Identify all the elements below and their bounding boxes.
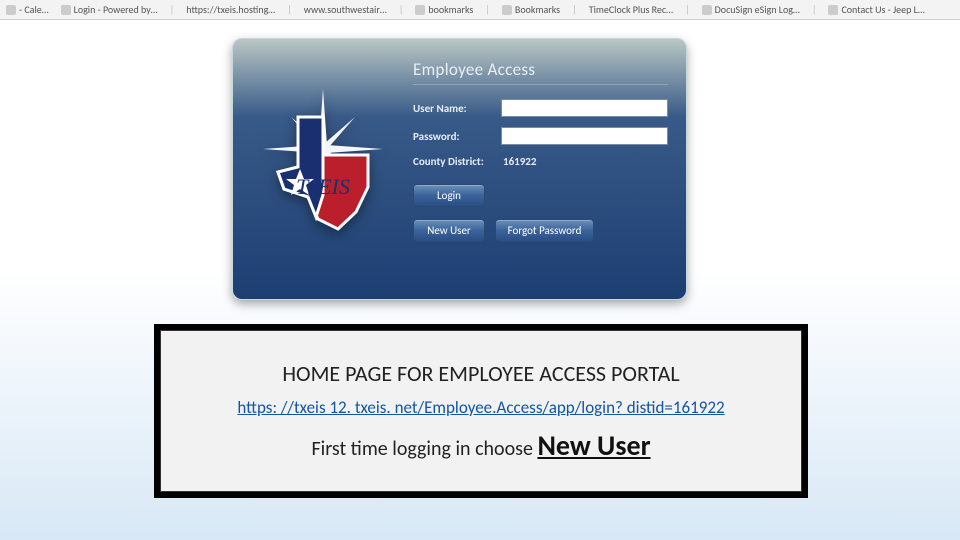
county-district-value: 161922 [503, 155, 536, 168]
caption-inner: HOME PAGE FOR EMPLOYEE ACCESS PORTAL htt… [160, 330, 802, 492]
button-row-secondary: New User Forgot Password [413, 219, 668, 248]
bookmark-item[interactable]: www.southwestair… [304, 3, 387, 16]
logo-brand-text: TxEIS [296, 174, 350, 199]
bookmark-item[interactable]: https://txeis.hosting… [186, 3, 275, 16]
bookmark-item[interactable]: bookmarks [415, 3, 473, 16]
portal-url-link[interactable]: https: //txeis 12. txeis. net/Employee.A… [237, 397, 724, 418]
login-card: TxEIS Employee Access User Name: Passwor… [232, 38, 687, 300]
bookmark-item[interactable]: Contact Us - Jeep L… [828, 3, 924, 16]
caption-box: HOME PAGE FOR EMPLOYEE ACCESS PORTAL htt… [154, 324, 808, 498]
bookmark-item[interactable]: Bookmarks [502, 3, 560, 16]
new-user-button[interactable]: New User [413, 219, 485, 242]
caption-note-emphasis: New User [537, 428, 650, 463]
username-input[interactable] [501, 99, 668, 117]
txeis-logo: TxEIS [248, 89, 398, 249]
caption-note-prefix: First time logging in choose [311, 437, 537, 461]
forgot-password-button[interactable]: Forgot Password [495, 219, 595, 242]
bookmark-item[interactable]: TimeClock Plus Rec… [589, 3, 673, 16]
county-district-label: County District: [413, 155, 501, 168]
login-title: Employee Access [413, 59, 668, 85]
bookmark-item[interactable]: Login - Powered by… [61, 3, 158, 16]
password-row: Password: [413, 127, 668, 145]
password-label: Password: [413, 130, 501, 143]
bookmarks-bar: - Cale… Login - Powered by… | https://tx… [0, 0, 960, 20]
bookmark-item[interactable]: DocuSign eSign Log… [702, 3, 800, 16]
username-label: User Name: [413, 102, 501, 115]
button-row-primary: Login [413, 184, 668, 213]
county-district-row: County District: 161922 [413, 155, 668, 168]
login-form: Employee Access User Name: Password: Cou… [413, 39, 686, 299]
bookmark-item[interactable]: - Cale… [6, 3, 49, 16]
password-input[interactable] [501, 127, 668, 145]
username-row: User Name: [413, 99, 668, 117]
login-button[interactable]: Login [413, 184, 485, 207]
caption-note: First time logging in choose New User [311, 428, 650, 463]
logo-panel: TxEIS [233, 39, 413, 299]
caption-title: HOME PAGE FOR EMPLOYEE ACCESS PORTAL [282, 360, 679, 387]
